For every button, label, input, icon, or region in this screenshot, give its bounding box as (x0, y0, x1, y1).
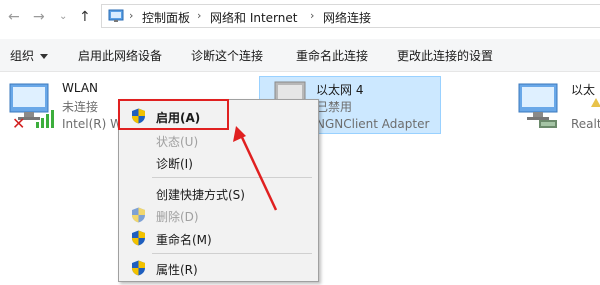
annotation-arrow (233, 126, 278, 211)
